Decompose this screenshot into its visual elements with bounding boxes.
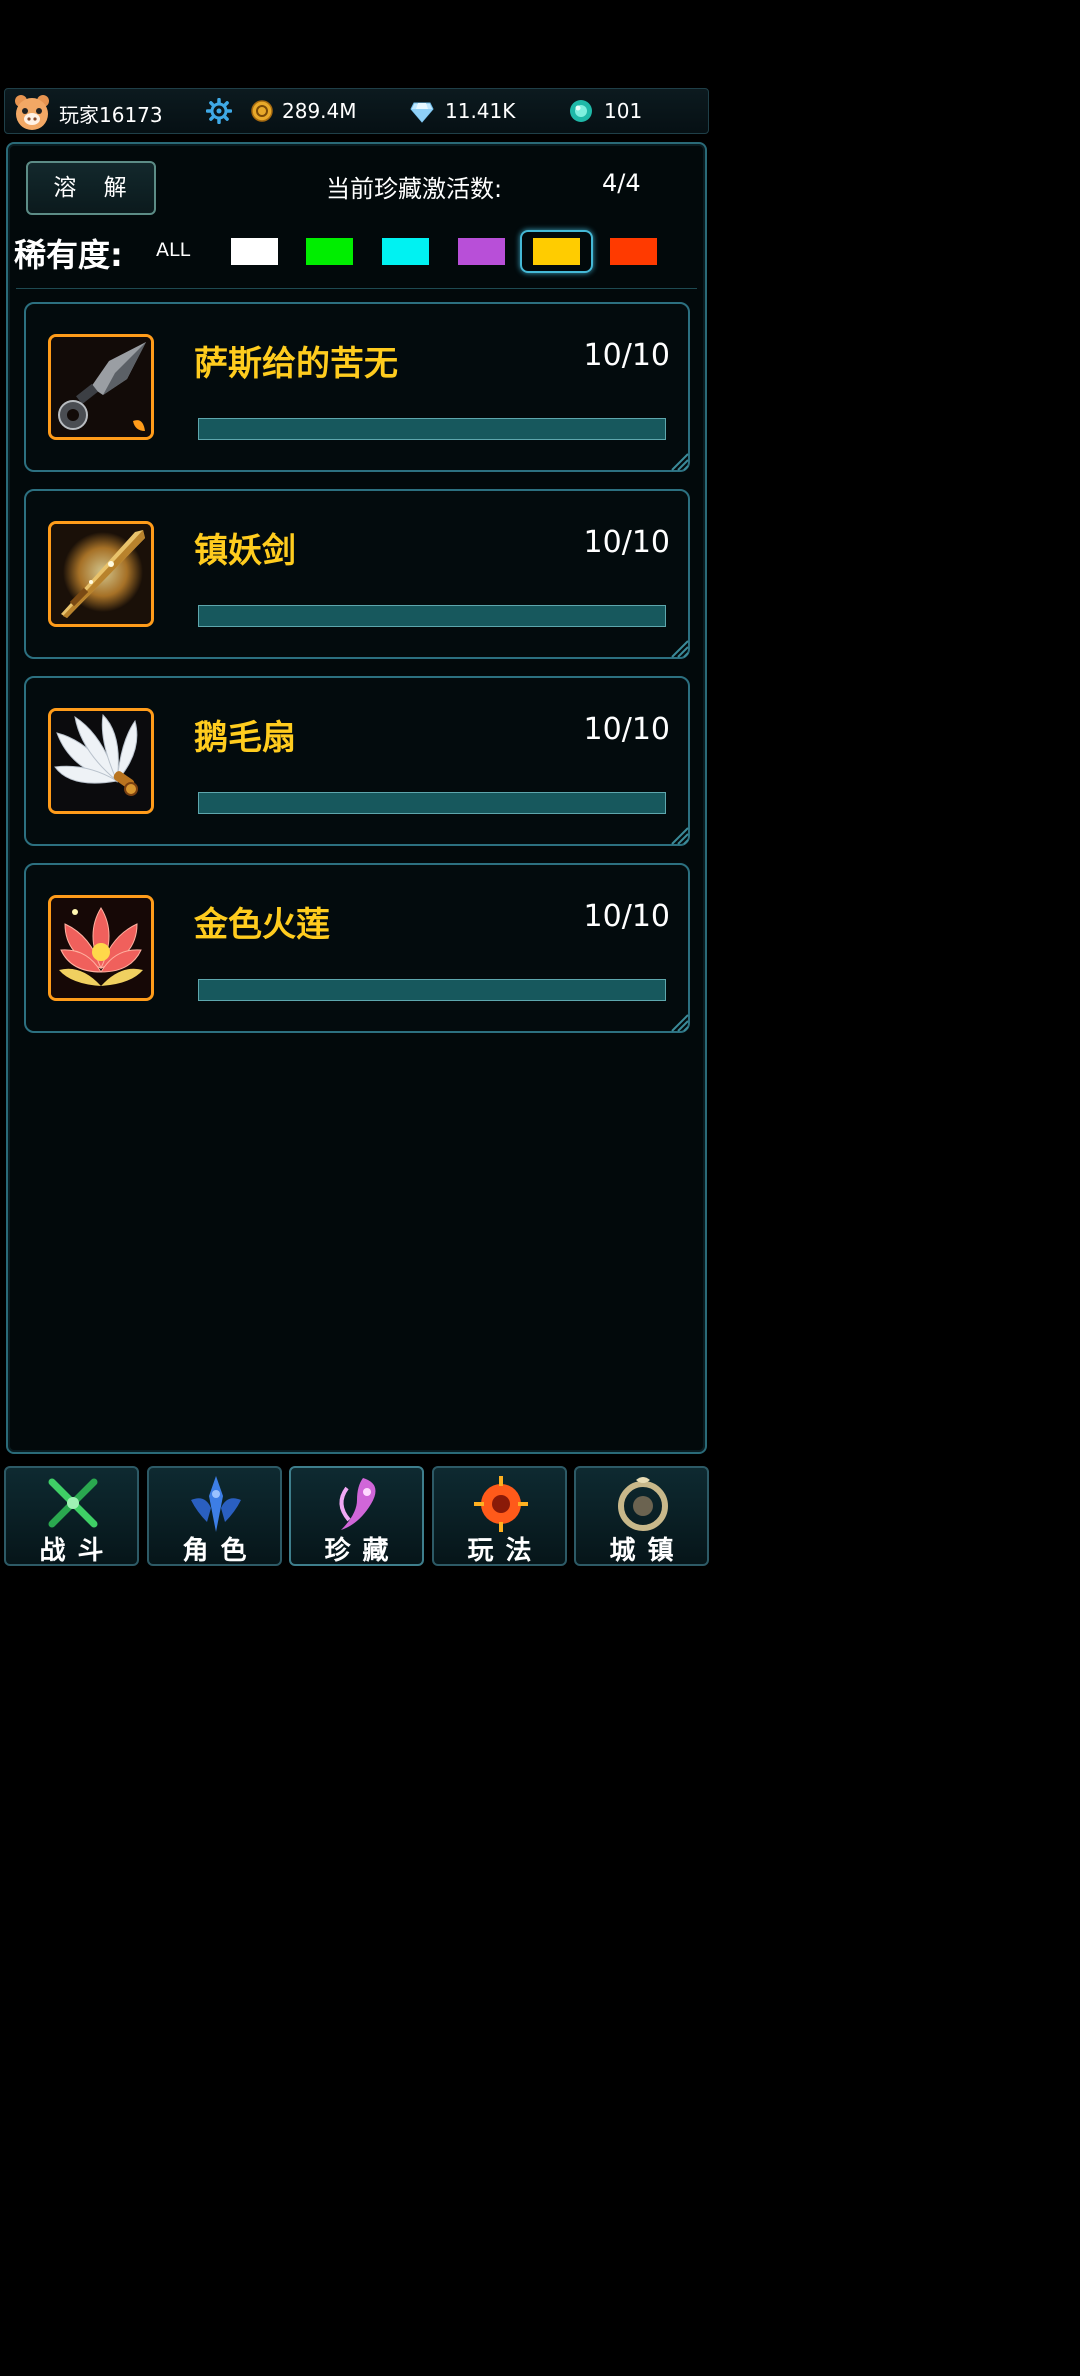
item-name: 鹅毛扇: [194, 718, 296, 758]
feather-fan-icon: [51, 711, 151, 811]
diamond-icon: [410, 102, 434, 123]
item-progress-bar: [198, 605, 666, 627]
golden-sword-icon: [51, 524, 151, 624]
diamond-amount: 11.41K: [445, 99, 516, 123]
gear-icon[interactable]: [206, 98, 232, 124]
item-icon-frame: [48, 895, 154, 1001]
item-name: 镇妖剑: [194, 531, 296, 571]
nav-label-character: 角色: [182, 1536, 259, 1566]
nav-tab-gameplay[interactable]: 玩法: [432, 1466, 567, 1566]
fire-lotus-icon: [51, 898, 151, 998]
item-card[interactable]: 金色火莲 10/10: [24, 863, 690, 1033]
coin-icon: [251, 100, 273, 122]
rarity-filter-white[interactable]: [231, 238, 278, 265]
item-icon-frame: [48, 708, 154, 814]
item-count: 10/10: [583, 338, 670, 373]
card-corner-decoration: [671, 453, 689, 471]
gameplay-icon: [474, 1476, 528, 1532]
item-card[interactable]: 鹅毛扇 10/10: [24, 676, 690, 846]
town-icon: [618, 1477, 668, 1531]
nav-tab-town[interactable]: 城镇: [574, 1466, 709, 1566]
item-icon-frame: [48, 521, 154, 627]
treasure-icon: [339, 1478, 376, 1530]
card-corner-decoration: [671, 1014, 689, 1032]
rarity-filter-green[interactable]: [306, 238, 353, 265]
item-progress-bar: [198, 792, 666, 814]
nav-label-collection: 珍藏: [324, 1536, 401, 1566]
item-progress-fill: [199, 419, 665, 439]
nav-tab-battle[interactable]: 战斗: [4, 1466, 139, 1566]
kunai-icon: [51, 337, 151, 437]
activation-count: 4/4: [602, 169, 641, 197]
item-progress-fill: [199, 980, 665, 1000]
item-icon-frame: [48, 334, 154, 440]
nav-tab-character[interactable]: 角色: [147, 1466, 282, 1566]
item-name: 金色火莲: [194, 905, 330, 945]
activation-label: 当前珍藏激活数:: [326, 175, 503, 203]
nav-label-town: 城镇: [609, 1536, 686, 1566]
item-name: 萨斯给的苦无: [194, 344, 398, 384]
card-corner-decoration: [671, 640, 689, 658]
item-count: 10/10: [583, 712, 670, 747]
crossed-swords-icon: [48, 1478, 98, 1528]
rarity-filter-red[interactable]: [610, 238, 657, 265]
item-card[interactable]: 萨斯给的苦无 10/10: [24, 302, 690, 472]
item-card[interactable]: 镇妖剑 10/10: [24, 489, 690, 659]
card-corner-decoration: [671, 827, 689, 845]
top-status-bar: 玩家16173 289.4M 11.41K 101: [4, 88, 709, 134]
rarity-filter-cyan[interactable]: [382, 238, 429, 265]
coin-amount: 289.4M: [282, 99, 357, 123]
orb-icon: [570, 100, 592, 122]
item-progress-fill: [199, 606, 665, 626]
item-progress-bar: [198, 418, 666, 440]
rarity-filter-gold[interactable]: [533, 238, 580, 265]
nav-label-gameplay: 玩法: [467, 1536, 544, 1566]
warrior-icon: [191, 1476, 241, 1532]
nav-tab-collection[interactable]: 珍藏: [289, 1466, 424, 1566]
item-count: 10/10: [583, 525, 670, 560]
pig-avatar-icon[interactable]: [12, 92, 52, 132]
nav-label-battle: 战斗: [39, 1536, 116, 1566]
player-name: 玩家16173: [59, 103, 163, 127]
item-progress-bar: [198, 979, 666, 1001]
rarity-label: 稀有度:: [14, 236, 123, 274]
item-progress-fill: [199, 793, 665, 813]
item-count: 10/10: [583, 899, 670, 934]
rarity-filter-all[interactable]: ALL: [156, 239, 190, 261]
dissolve-button[interactable]: 溶 解: [26, 161, 156, 215]
rarity-filter-purple[interactable]: [458, 238, 505, 265]
orb-amount: 101: [604, 99, 643, 123]
